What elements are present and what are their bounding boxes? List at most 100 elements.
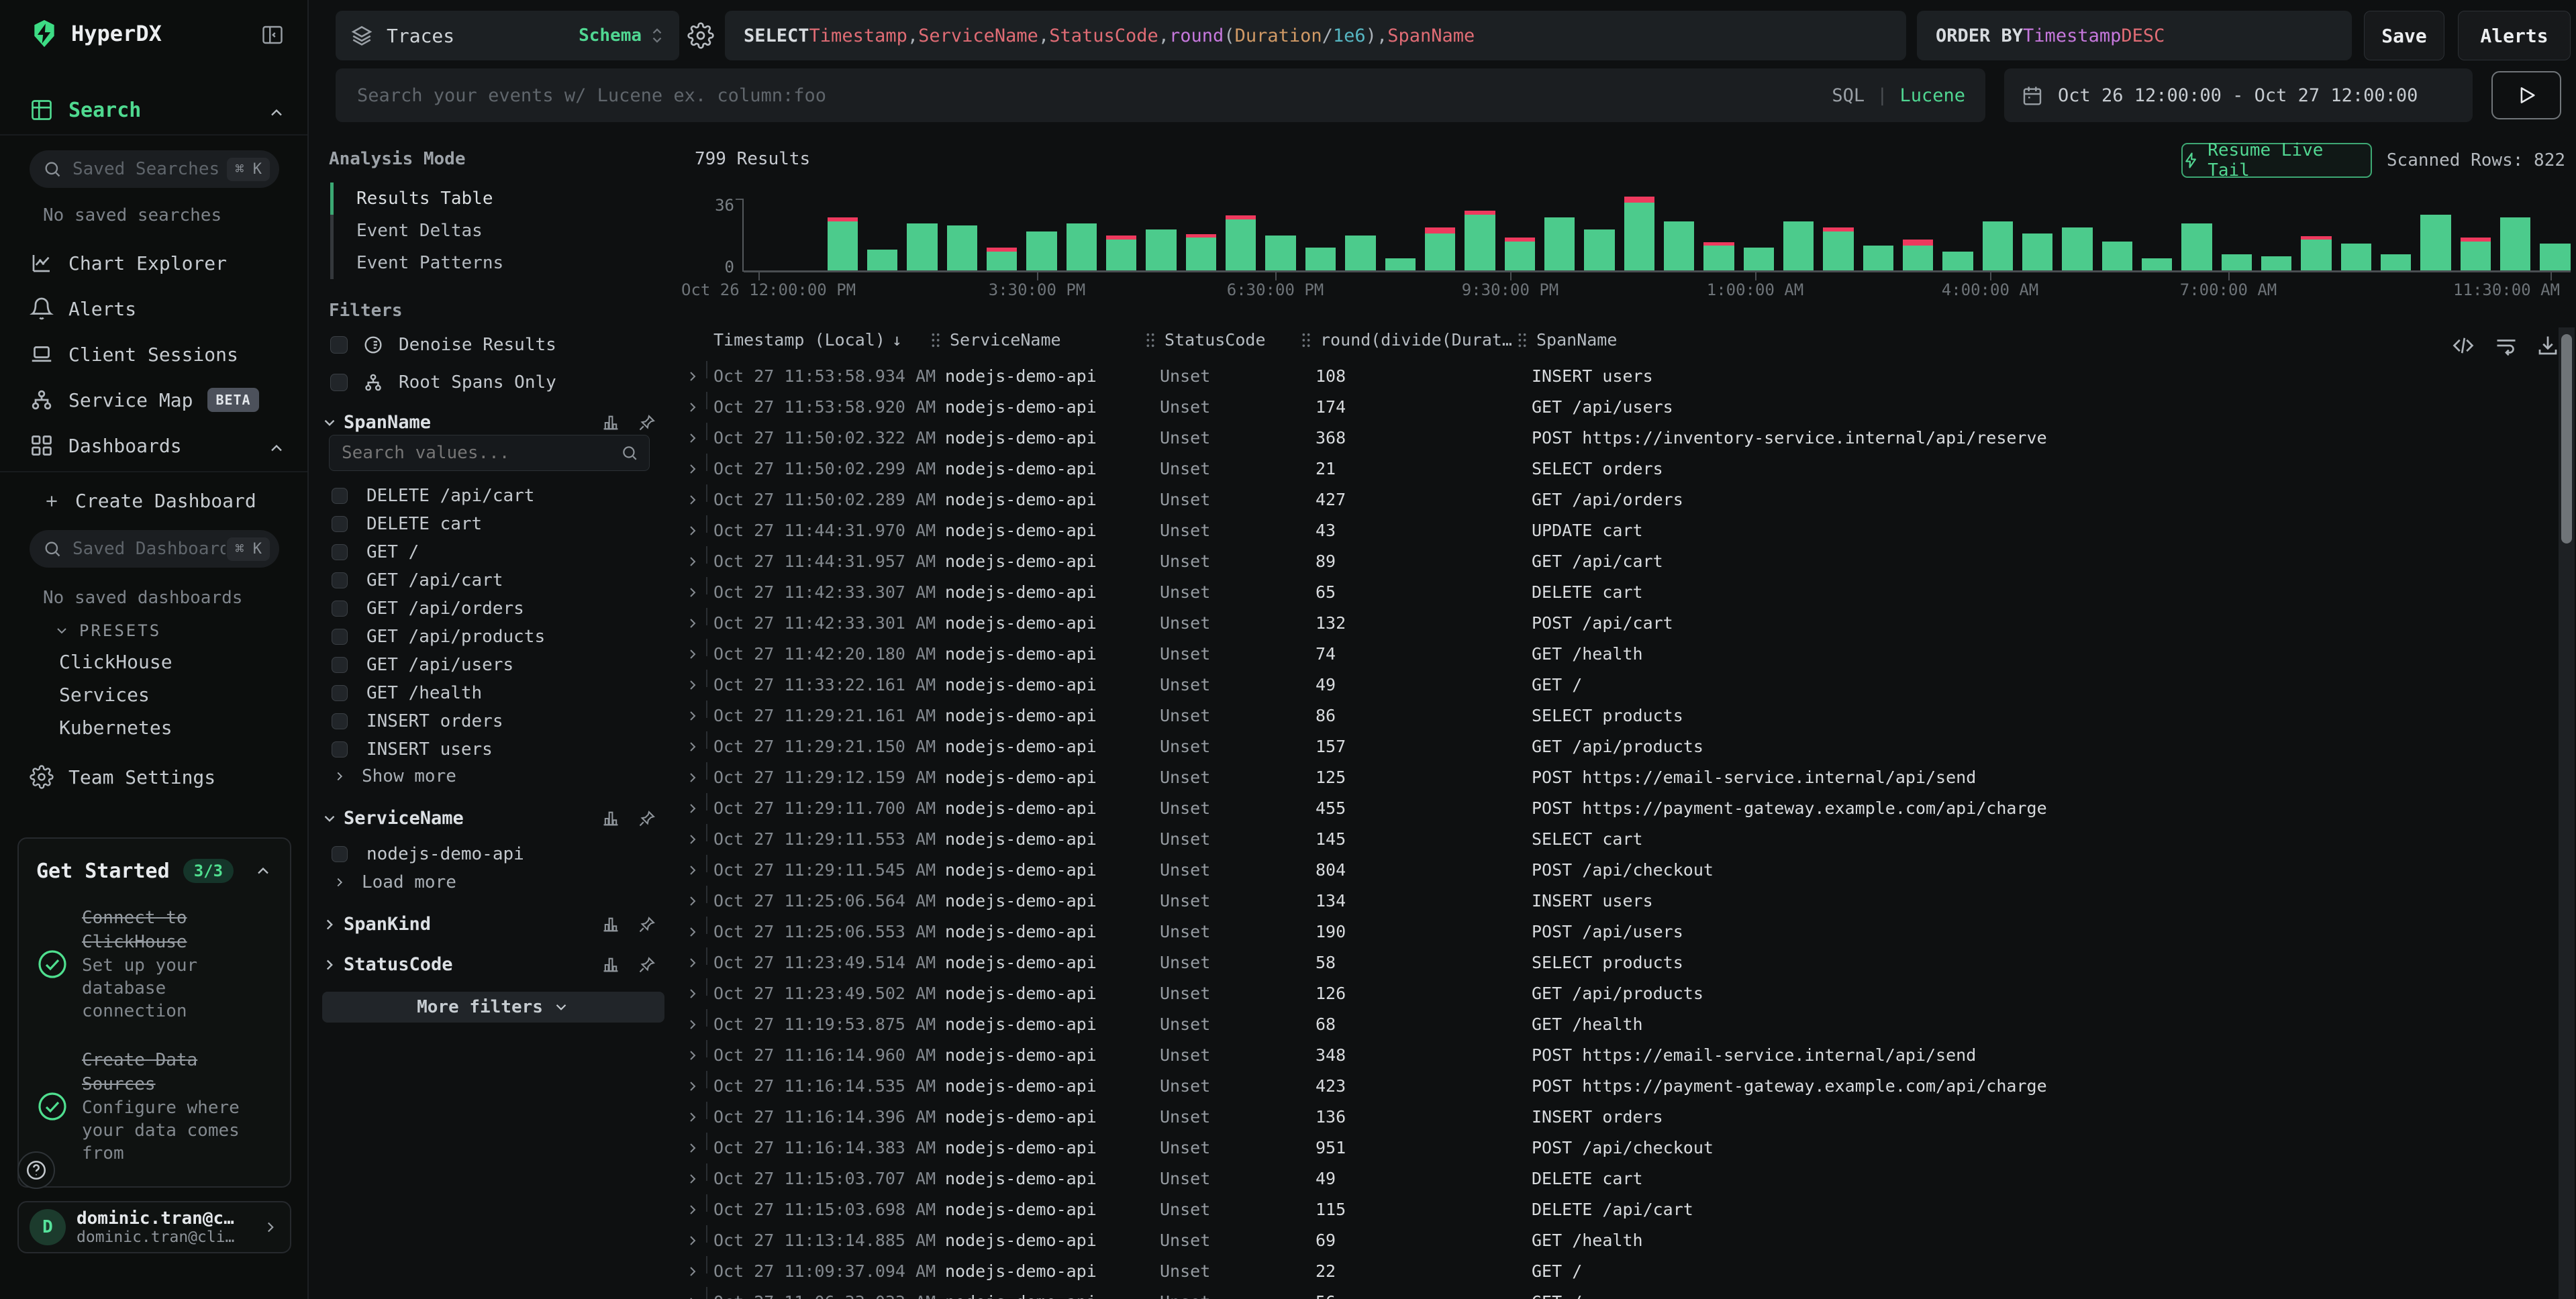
histogram-bar[interactable] [1584,229,1614,270]
histogram-bar[interactable] [2181,223,2212,270]
chevron-up-icon[interactable] [254,862,273,880]
column-header-spanname[interactable]: SpanName [1515,330,1617,350]
table-row[interactable]: Oct 27 11:50:02.289 AMnodejs-demo-apiUns… [678,484,2557,515]
histogram-bar[interactable] [2261,256,2291,270]
sidebar-item-chart-explorer[interactable]: Chart Explorer [30,251,227,275]
histogram-bar[interactable] [1385,258,1416,270]
filter-value-row[interactable]: GET /api/products [330,623,666,651]
histogram-bar[interactable] [2540,244,2570,270]
row-expand-chevron-icon[interactable] [685,608,701,639]
alerts-button[interactable]: Alerts [2458,11,2571,60]
table-row[interactable]: Oct 27 11:25:06.553 AMnodejs-demo-apiUns… [678,917,2557,947]
filter-group-statuscode[interactable]: StatusCode [321,954,656,975]
table-row[interactable]: Oct 27 11:29:11.545 AMnodejs-demo-apiUns… [678,855,2557,886]
histogram-bar[interactable] [1505,238,1535,270]
drag-handle-icon[interactable] [1515,331,1530,349]
lang-sql-toggle[interactable]: SQL [1832,85,1865,106]
table-row[interactable]: Oct 27 11:33:22.161 AMnodejs-demo-apiUns… [678,670,2557,700]
filter-value-row[interactable]: DELETE cart [330,510,666,538]
sidebar-item-dashboards[interactable]: Dashboards [30,433,182,458]
histogram-bar[interactable] [1425,227,1455,270]
row-expand-chevron-icon[interactable] [685,1071,701,1102]
root-spans-only-toggle[interactable]: Root Spans Only [330,372,556,393]
denoise-results-toggle[interactable]: Denoise Results [330,334,556,356]
checkbox[interactable] [332,629,348,645]
spanname-show-more[interactable]: Show more [332,766,456,786]
pin-icon[interactable] [638,955,656,974]
histogram-bar[interactable] [1146,229,1176,270]
sidebar-item-alerts[interactable]: Alerts [30,297,136,321]
histogram-bar[interactable] [2062,227,2092,270]
table-row[interactable]: Oct 27 11:29:11.553 AMnodejs-demo-apiUns… [678,824,2557,855]
table-row[interactable]: Oct 27 11:09:37.094 AMnodejs-demo-apiUns… [678,1256,2557,1287]
histogram-bar[interactable] [2022,233,2052,270]
histogram-bar[interactable] [2222,254,2252,270]
pin-icon[interactable] [638,809,656,828]
lang-lucene-toggle[interactable]: Lucene [1899,85,1965,106]
checkbox[interactable] [332,713,348,729]
histogram-bar[interactable] [1226,215,1256,270]
source-settings-gear-icon[interactable] [687,22,714,49]
histogram-bar[interactable] [867,250,897,270]
table-row[interactable]: Oct 27 11:06:33.033 AMnodejs-demo-apiUns… [678,1287,2557,1299]
row-expand-chevron-icon[interactable] [685,423,701,454]
table-row[interactable]: Oct 27 11:50:02.322 AMnodejs-demo-apiUns… [678,423,2557,454]
histogram-bar[interactable] [2341,244,2371,270]
table-row[interactable]: Oct 27 11:15:03.698 AMnodejs-demo-apiUns… [678,1194,2557,1225]
histogram-bar[interactable] [1942,252,1973,270]
resume-live-tail-button[interactable]: Resume Live Tail [2181,143,2372,178]
analysis-mode-tab[interactable]: Results Table [330,183,503,215]
histogram-bar[interactable] [1067,223,1097,270]
row-expand-chevron-icon[interactable] [685,639,701,670]
table-row[interactable]: Oct 27 11:16:14.960 AMnodejs-demo-apiUns… [678,1040,2557,1071]
sql-orderby-editor[interactable]: ORDER BY Timestamp DESC [1917,11,2352,60]
histogram-bar[interactable] [2461,238,2491,270]
row-expand-chevron-icon[interactable] [685,1256,701,1287]
checkbox[interactable] [332,657,348,673]
table-row[interactable]: Oct 27 11:42:33.307 AMnodejs-demo-apiUns… [678,577,2557,608]
filter-group-servicename[interactable]: ServiceName [321,808,656,829]
filter-value-row[interactable]: INSERT orders [330,707,666,735]
row-expand-chevron-icon[interactable] [685,1225,701,1256]
histogram-bar[interactable] [1544,217,1575,270]
histogram-bar[interactable] [2142,258,2172,270]
row-expand-chevron-icon[interactable] [685,855,701,886]
event-search-bar[interactable]: SQL | Lucene [336,68,1985,122]
sql-select-editor[interactable]: SELECT Timestamp,ServiceName,StatusCode,… [725,11,1906,60]
row-expand-chevron-icon[interactable] [685,1102,701,1133]
table-row[interactable]: Oct 27 11:29:12.159 AMnodejs-demo-apiUns… [678,762,2557,793]
checkbox[interactable] [332,846,348,862]
checkbox[interactable] [332,741,348,758]
row-expand-chevron-icon[interactable] [685,392,701,423]
drag-handle-icon[interactable] [928,331,943,349]
row-expand-chevron-icon[interactable] [685,1194,701,1225]
save-button[interactable]: Save [2364,11,2444,60]
help-button[interactable] [17,1151,55,1189]
column-chart-icon[interactable] [601,915,620,934]
checkbox[interactable] [330,374,348,391]
histogram-bar[interactable] [1465,211,1495,270]
table-row[interactable]: Oct 27 11:23:49.502 AMnodejs-demo-apiUns… [678,978,2557,1009]
saved-dashboards-input[interactable] [71,538,227,560]
histogram-bar[interactable] [2381,254,2411,270]
drag-handle-icon[interactable] [1143,331,1158,349]
histogram-bar[interactable] [1863,246,1893,270]
table-row[interactable]: Oct 27 11:42:33.301 AMnodejs-demo-apiUns… [678,608,2557,639]
histogram-bar[interactable] [1026,231,1056,270]
column-chart-icon[interactable] [601,413,620,432]
row-expand-chevron-icon[interactable] [685,917,701,947]
sidebar-item-client-sessions[interactable]: Client Sessions [30,342,238,366]
histogram-bar[interactable] [1305,248,1336,270]
table-row[interactable]: Oct 27 11:16:14.383 AMnodejs-demo-apiUns… [678,1133,2557,1163]
saved-searches-input[interactable] [71,158,227,180]
filter-value-row[interactable]: DELETE /api/cart [330,482,666,510]
filter-value-row[interactable]: INSERT users [330,735,666,764]
filter-value-row[interactable]: GET /health [330,679,666,707]
create-dashboard-button[interactable]: Create Dashboard [43,490,256,512]
row-expand-chevron-icon[interactable] [685,454,701,484]
row-expand-chevron-icon[interactable] [685,670,701,700]
filter-group-spankind[interactable]: SpanKind [321,914,656,935]
row-expand-chevron-icon[interactable] [685,824,701,855]
row-expand-chevron-icon[interactable] [685,546,701,577]
histogram-bar[interactable] [1823,227,1853,270]
